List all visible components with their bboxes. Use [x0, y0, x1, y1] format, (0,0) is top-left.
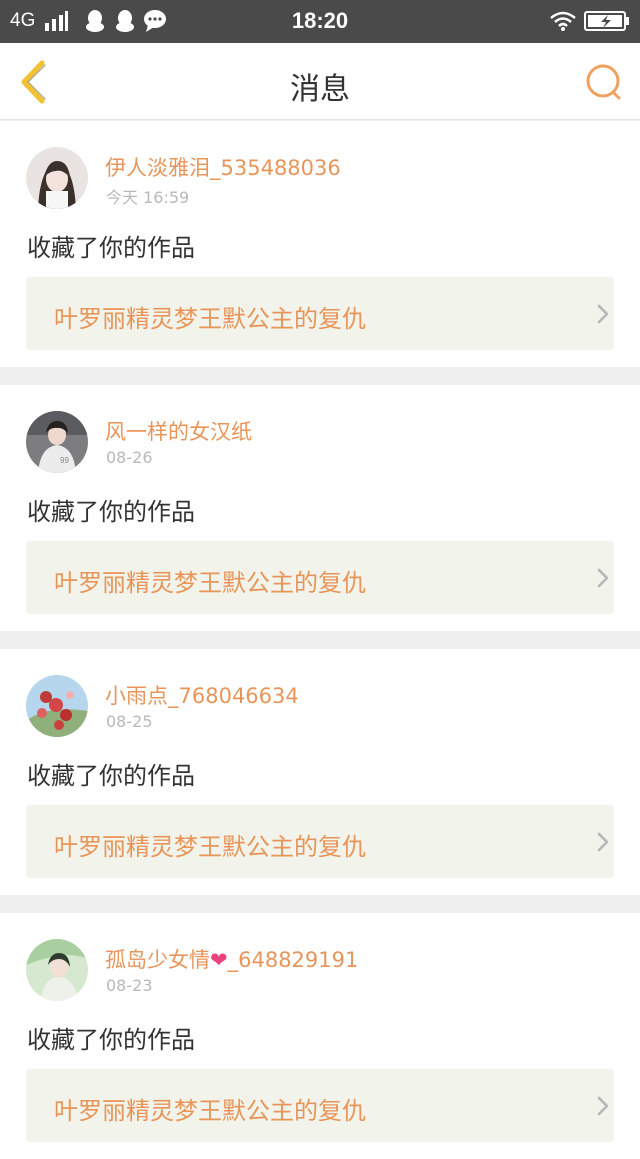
message-time: 08-25 — [106, 712, 153, 731]
work-link[interactable]: 叶罗丽精灵梦王默公主的复仇 — [26, 277, 614, 350]
message-action: 收藏了你的作品 — [27, 498, 195, 526]
sender-name[interactable]: 伊人淡雅泪_535488036 — [105, 152, 341, 182]
work-title: 叶罗丽精灵梦王默公主的复仇 — [54, 1097, 366, 1125]
page-title: 消息 — [290, 72, 350, 107]
work-title: 叶罗丽精灵梦王默公主的复仇 — [54, 569, 366, 597]
chevron-right-icon — [597, 832, 609, 852]
message-card: 伊人淡雅泪_535488036 今天 16:59 收藏了你的作品 叶罗丽精灵梦王… — [0, 121, 640, 367]
avatar[interactable] — [26, 675, 88, 737]
message-card: 孤岛少女情❤_648829191 08-23 收藏了你的作品 叶罗丽精灵梦王默公… — [0, 913, 640, 1159]
message-action: 收藏了你的作品 — [27, 1026, 195, 1054]
message-card: 99 风一样的女汉纸 08-26 收藏了你的作品 叶罗丽精灵梦王默公主的复仇 — [0, 385, 640, 631]
sender-name[interactable]: 风一样的女汉纸 — [105, 416, 252, 446]
message-action: 收藏了你的作品 — [27, 234, 195, 262]
sender-name-part: 孤岛少女情 — [105, 948, 210, 972]
clock: 18:20 — [291, 8, 349, 33]
message-action: 收藏了你的作品 — [27, 762, 195, 790]
message-time: 今天 16:59 — [106, 188, 190, 207]
chevron-right-icon — [597, 568, 609, 588]
message-card: 小雨点_768046634 08-25 收藏了你的作品 叶罗丽精灵梦王默公主的复… — [0, 649, 640, 895]
work-title: 叶罗丽精灵梦王默公主的复仇 — [54, 833, 366, 861]
chevron-right-icon — [597, 304, 609, 324]
sender-name-part: _648829191 — [227, 948, 359, 972]
avatar[interactable] — [26, 147, 88, 209]
work-link[interactable]: 叶罗丽精灵梦王默公主的复仇 — [26, 805, 614, 878]
battery-charging-icon — [584, 11, 629, 31]
svg-text:99: 99 — [60, 456, 69, 465]
nav-bar: 消息 — [0, 43, 640, 120]
wifi-icon — [550, 11, 576, 31]
work-title: 叶罗丽精灵梦王默公主的复仇 — [54, 305, 366, 333]
work-link[interactable]: 叶罗丽精灵梦王默公主的复仇 — [26, 1069, 614, 1142]
status-bar: 4G 18:20 — [0, 0, 640, 43]
message-time: 08-26 — [106, 448, 153, 467]
search-icon[interactable] — [584, 62, 624, 102]
heart-emoji: ❤ — [210, 948, 228, 972]
chevron-right-icon — [597, 1096, 609, 1116]
sender-name[interactable]: 孤岛少女情❤_648829191 — [105, 944, 358, 974]
avatar[interactable]: 99 — [26, 411, 88, 473]
avatar[interactable] — [26, 939, 88, 1001]
work-link[interactable]: 叶罗丽精灵梦王默公主的复仇 — [26, 541, 614, 614]
message-time: 08-23 — [106, 976, 153, 995]
sender-name[interactable]: 小雨点_768046634 — [105, 680, 299, 710]
